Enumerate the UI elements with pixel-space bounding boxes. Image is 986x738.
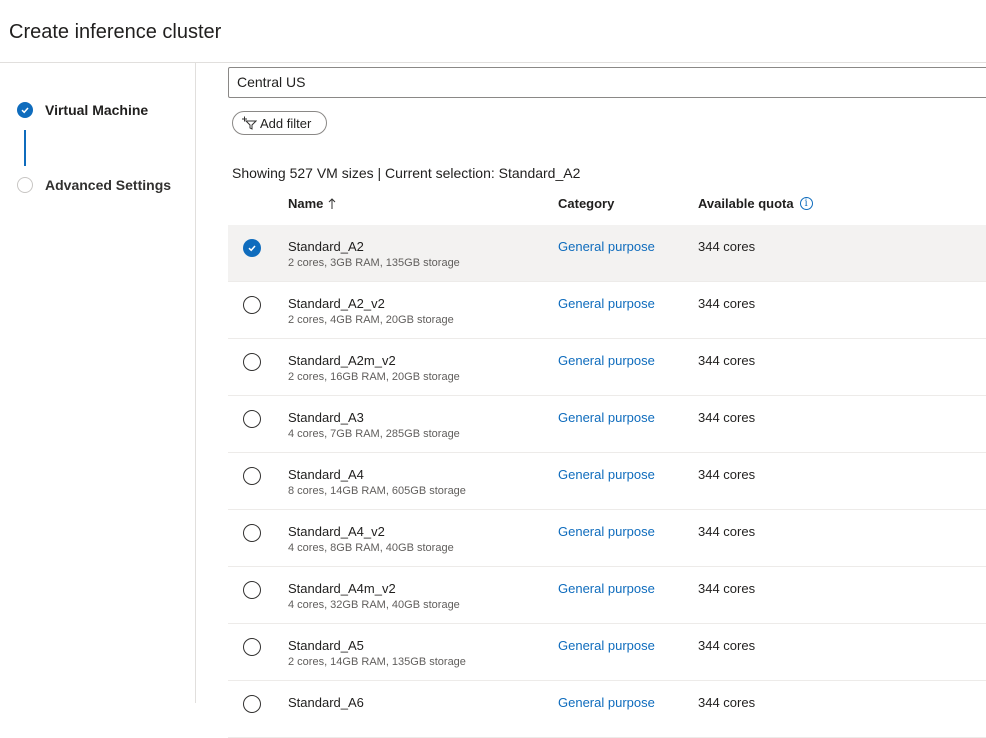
radio-button[interactable] bbox=[243, 638, 261, 656]
step-connector bbox=[24, 130, 26, 166]
radio-button[interactable] bbox=[243, 353, 261, 371]
step-advanced-settings[interactable]: Advanced Settings bbox=[17, 177, 171, 193]
radio-button[interactable] bbox=[243, 524, 261, 542]
vm-quota: 344 cores bbox=[698, 296, 756, 311]
vm-category-link[interactable]: General purpose bbox=[558, 239, 655, 254]
vm-spec: 8 cores, 14GB RAM, 605GB storage bbox=[288, 485, 466, 497]
vm-name: Standard_A4m_v2 bbox=[288, 581, 396, 596]
vm-category-link[interactable]: General purpose bbox=[558, 638, 655, 653]
add-filter-label: Add filter bbox=[260, 115, 312, 131]
vm-quota: 344 cores bbox=[698, 638, 756, 653]
vm-spec: 2 cores, 3GB RAM, 135GB storage bbox=[288, 257, 460, 269]
checkmark-icon bbox=[17, 102, 33, 118]
radio-button[interactable] bbox=[243, 695, 261, 713]
step-pending-icon bbox=[17, 177, 33, 193]
vm-name: Standard_A4 bbox=[288, 467, 364, 482]
vm-name: Standard_A3 bbox=[288, 410, 364, 425]
vm-spec: 4 cores, 32GB RAM, 40GB storage bbox=[288, 599, 460, 611]
radio-button[interactable] bbox=[243, 296, 261, 314]
header-divider bbox=[0, 62, 986, 63]
vm-name: Standard_A5 bbox=[288, 638, 364, 653]
table-row[interactable]: Standard_A4_v2 4 cores, 8GB RAM, 40GB st… bbox=[228, 510, 986, 567]
radio-button[interactable] bbox=[243, 467, 261, 485]
table-row[interactable]: Standard_A6 General purpose 344 cores bbox=[228, 681, 986, 738]
vm-category-link[interactable]: General purpose bbox=[558, 296, 655, 311]
region-field[interactable]: Central US bbox=[228, 67, 986, 98]
step-label: Virtual Machine bbox=[45, 102, 149, 118]
vm-name: Standard_A2m_v2 bbox=[288, 353, 396, 368]
vm-quota: 344 cores bbox=[698, 467, 756, 482]
vm-category-link[interactable]: General purpose bbox=[558, 467, 655, 482]
info-icon[interactable]: i bbox=[799, 197, 813, 210]
vm-spec: 4 cores, 7GB RAM, 285GB storage bbox=[288, 428, 460, 440]
vm-name: Standard_A2 bbox=[288, 239, 364, 254]
vm-spec: 2 cores, 14GB RAM, 135GB storage bbox=[288, 656, 466, 668]
radio-button[interactable] bbox=[243, 410, 261, 428]
column-header-name[interactable]: Name bbox=[288, 196, 336, 211]
vm-quota: 344 cores bbox=[698, 353, 756, 368]
radio-button[interactable] bbox=[243, 581, 261, 599]
table-row[interactable]: Standard_A4m_v2 4 cores, 32GB RAM, 40GB … bbox=[228, 567, 986, 624]
vm-quota: 344 cores bbox=[698, 524, 756, 539]
column-header-category[interactable]: Category bbox=[558, 196, 614, 211]
table-row[interactable]: Standard_A5 2 cores, 14GB RAM, 135GB sto… bbox=[228, 624, 986, 681]
step-label: Advanced Settings bbox=[45, 177, 172, 193]
vm-size-table: Standard_A2 2 cores, 3GB RAM, 135GB stor… bbox=[228, 225, 986, 738]
vm-spec: 4 cores, 8GB RAM, 40GB storage bbox=[288, 542, 454, 554]
vm-category-link[interactable]: General purpose bbox=[558, 581, 655, 596]
results-summary: Showing 527 VM sizes | Current selection… bbox=[232, 165, 581, 181]
add-filter-button[interactable]: Add filter bbox=[232, 111, 327, 135]
sort-ascending-icon bbox=[329, 197, 336, 209]
vm-name: Standard_A2_v2 bbox=[288, 296, 385, 311]
table-row[interactable]: Standard_A3 4 cores, 7GB RAM, 285GB stor… bbox=[228, 396, 986, 453]
vm-quota: 344 cores bbox=[698, 581, 756, 596]
page-title: Create inference cluster bbox=[9, 21, 222, 43]
vm-spec: 2 cores, 16GB RAM, 20GB storage bbox=[288, 371, 460, 383]
add-filter-icon bbox=[242, 116, 257, 130]
vm-category-link[interactable]: General purpose bbox=[558, 353, 655, 368]
vm-spec: 2 cores, 4GB RAM, 20GB storage bbox=[288, 314, 454, 326]
column-header-quota[interactable]: Available quota i bbox=[698, 196, 813, 211]
vm-quota: 344 cores bbox=[698, 239, 756, 254]
table-row[interactable]: Standard_A2_v2 2 cores, 4GB RAM, 20GB st… bbox=[228, 282, 986, 339]
vm-quota: 344 cores bbox=[698, 410, 756, 425]
table-row[interactable]: Standard_A2 2 cores, 3GB RAM, 135GB stor… bbox=[228, 225, 986, 282]
vm-category-link[interactable]: General purpose bbox=[558, 524, 655, 539]
vm-name: Standard_A4_v2 bbox=[288, 524, 385, 539]
table-row[interactable]: Standard_A4 8 cores, 14GB RAM, 605GB sto… bbox=[228, 453, 986, 510]
vm-category-link[interactable]: General purpose bbox=[558, 410, 655, 425]
step-virtual-machine[interactable]: Virtual Machine bbox=[17, 102, 148, 118]
table-row[interactable]: Standard_A2m_v2 2 cores, 16GB RAM, 20GB … bbox=[228, 339, 986, 396]
sidebar-divider bbox=[195, 63, 196, 703]
radio-selected[interactable] bbox=[243, 239, 261, 257]
